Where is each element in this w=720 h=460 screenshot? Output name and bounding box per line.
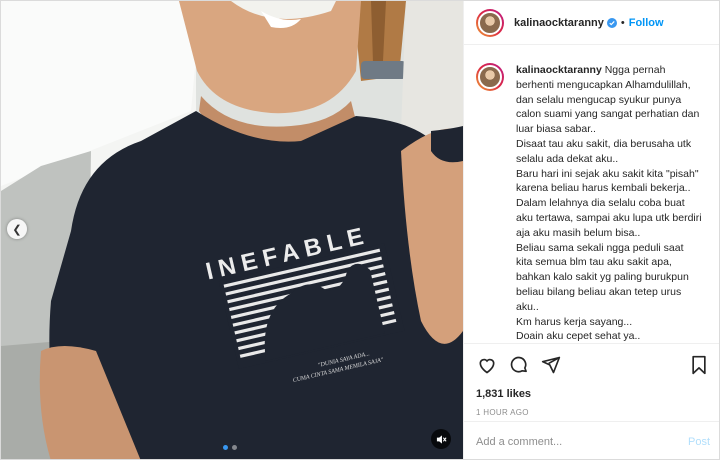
caption-text: kalinaocktaranny Ngga pernah berhenti me…	[516, 63, 702, 343]
caption-line-5: Beliau sama sekali ngga peduli saat kita…	[516, 241, 689, 313]
video-frame: INEFABLE "DUNIA SAYA ADA... CUMA CINTA S…	[1, 1, 463, 459]
share-button[interactable]	[540, 354, 562, 376]
caption-line-7: Doain aku cepet sehat ya..	[516, 330, 641, 343]
follow-button[interactable]: Follow	[629, 17, 664, 29]
caption-username[interactable]: kalinaocktaranny	[516, 64, 602, 76]
instagram-post-modal: INEFABLE "DUNIA SAYA ADA... CUMA CINTA S…	[0, 0, 720, 460]
carousel-indicator	[223, 445, 237, 450]
carousel-dot-1	[223, 445, 228, 450]
mute-button[interactable]	[431, 429, 451, 449]
caption-line-3: Baru hari ini sejak aku sakit kita "pisa…	[516, 167, 699, 195]
share-icon	[541, 356, 561, 374]
speaker-muted-icon	[436, 434, 447, 444]
likes-count[interactable]: 1,831 likes	[476, 388, 710, 400]
caption-line-2: Disaat tau aku sakit, dia berusaha utk s…	[516, 137, 692, 165]
action-icons	[476, 354, 710, 376]
chevron-left-icon: ❮	[12, 223, 22, 236]
comment-icon	[510, 356, 527, 373]
post-sidebar: kalinaocktaranny • Follow kalinaocktaran…	[463, 1, 719, 459]
heart-icon	[479, 358, 495, 374]
save-button[interactable]	[688, 354, 710, 376]
header-username[interactable]: kalinaocktaranny	[514, 17, 604, 29]
carousel-prev-button[interactable]: ❮	[7, 219, 27, 239]
caption-line-4: Dalam lelahnya dia selalu coba buat aku …	[516, 197, 702, 239]
avatar[interactable]	[476, 8, 504, 37]
comment-form: Post	[464, 421, 719, 459]
post-header: kalinaocktaranny • Follow	[464, 1, 719, 45]
caption-line-6: Km harus kerja sayang...	[516, 315, 633, 328]
verified-badge-icon	[606, 17, 617, 28]
carousel-dot-2	[232, 445, 237, 450]
caption-avatar[interactable]	[476, 63, 504, 91]
like-button[interactable]	[476, 354, 498, 376]
comment-button[interactable]	[508, 354, 530, 376]
caption-scroll-area[interactable]: kalinaocktaranny Ngga pernah berhenti me…	[464, 53, 719, 343]
post-actions: 1,831 likes 1 HOUR AGO	[464, 343, 719, 417]
comment-input[interactable]	[476, 435, 688, 448]
post-comment-button[interactable]: Post	[688, 436, 710, 448]
post-media[interactable]: INEFABLE "DUNIA SAYA ADA... CUMA CINTA S…	[1, 1, 463, 459]
header-separator: •	[620, 16, 625, 29]
caption: kalinaocktaranny Ngga pernah berhenti me…	[476, 63, 710, 343]
post-timestamp[interactable]: 1 HOUR AGO	[476, 408, 710, 417]
bookmark-icon	[692, 355, 706, 375]
